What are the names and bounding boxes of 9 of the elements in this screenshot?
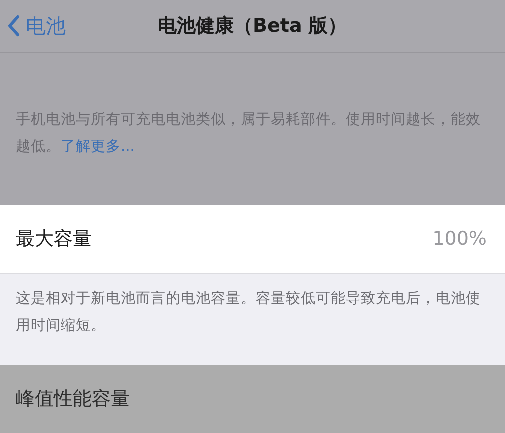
row-label: 最大容量 (16, 227, 92, 252)
row-footer-text: 这是相对于新电池而言的电池容量。容量较低可能导致充电后，电池使用时间缩短。 (16, 290, 482, 336)
page-title: 电池健康（Beta 版） (158, 14, 347, 39)
learn-more-link[interactable]: 了解更多... (61, 139, 135, 155)
back-chevron-icon (8, 15, 20, 37)
row-label: 峰值性能容量 (16, 387, 130, 412)
row-value: 100% (432, 228, 487, 250)
back-button[interactable]: 电池 (0, 12, 66, 40)
intro-text: 手机电池与所有可充电电池类似，属于易耗部件。使用时间越长，能效越低。了解更多... (16, 110, 482, 157)
